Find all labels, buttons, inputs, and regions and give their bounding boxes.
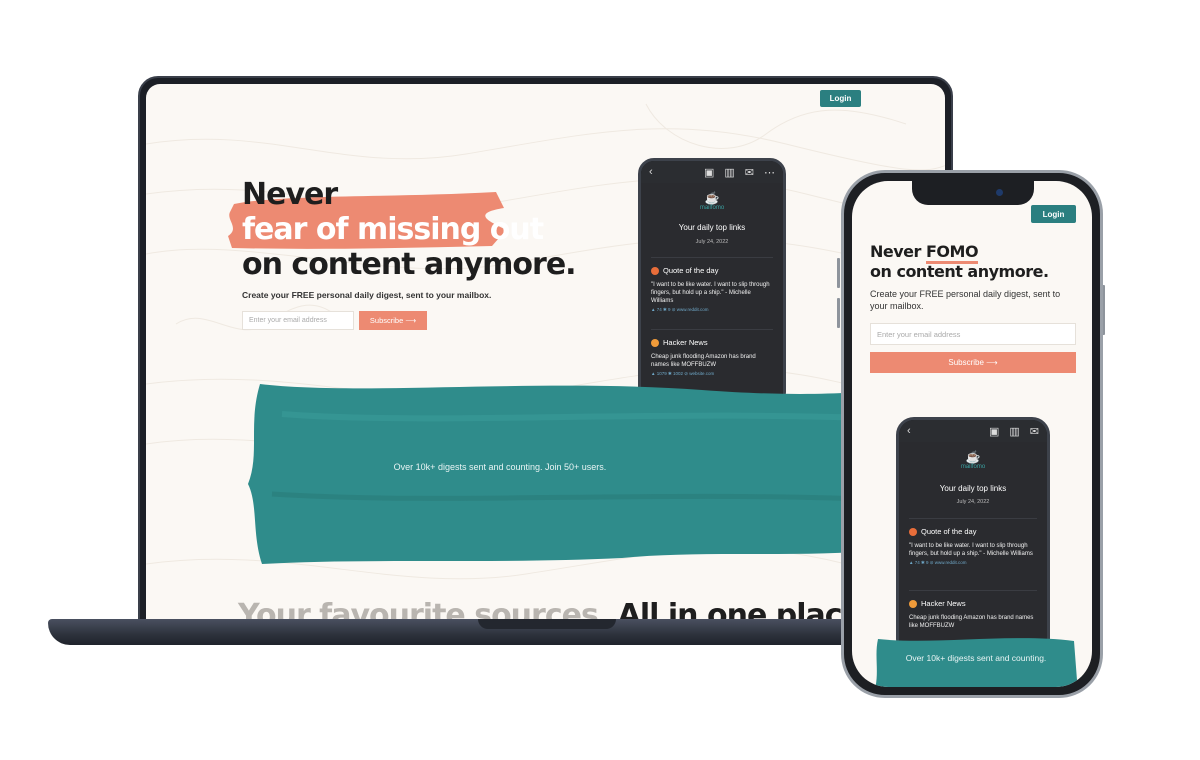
email-preview-phone: ‹ ▣ ▥ ✉ ⋯ ☕ mailfomo Your daily top link… <box>638 158 786 408</box>
hn-section-title: Hacker News <box>663 338 708 347</box>
iphone-screen: Login Never FOMO on content anymore. Cre… <box>852 181 1092 687</box>
quote-card: Quote of the day "I want to be like wate… <box>651 257 773 313</box>
section-heading-muted: Your favourite sources. <box>238 598 609 619</box>
quote-meta[interactable]: ▲ 74 ✱ 9 ⊘ www.reddit.com <box>651 307 773 313</box>
email-toolbar: ‹ ▣ ▥ ✉ ⋯ <box>641 161 783 183</box>
mobile-quote-text: "I want to be like water. I want to slip… <box>909 543 1033 558</box>
mobile-login-button[interactable]: Login <box>1031 205 1076 223</box>
mobile-hero-line1: Never FOMO <box>870 242 979 264</box>
teal-brush-band <box>248 384 945 564</box>
mobile-hacker-news-icon <box>909 599 917 608</box>
hn-item-text[interactable]: Cheap junk flooding Amazon has brand nam… <box>651 353 773 369</box>
email-input[interactable]: Enter your email address <box>242 311 354 330</box>
mailfomo-logo: ☕ mailfomo <box>641 191 783 211</box>
mail-icon: ✉ <box>744 166 754 179</box>
section-heading: Your favourite sources. All in one place… <box>238 598 873 619</box>
mobile-brand-name: mailfomo <box>960 464 986 470</box>
mobile-counter-text: Over 10k+ digests sent and counting. <box>905 653 1047 663</box>
iphone-notch <box>912 181 1034 205</box>
mobile-hero-fomo: FOMO <box>926 242 979 264</box>
back-arrow-icon: ‹ <box>649 166 653 178</box>
section-heading-strong: All in one place. <box>617 598 873 619</box>
quote-text: "I want to be like water. I want to slip… <box>651 282 770 305</box>
mobile-email-preview-phone: ‹ ▣ ▥ ✉ ☕ mailfomo Your daily top links … <box>896 417 1050 657</box>
mobile-email-toolbar: ‹ ▣ ▥ ✉ <box>899 420 1047 442</box>
email-date: July 24, 2022 <box>695 239 729 245</box>
mobile-subscribe-button[interactable]: Subscribe ⟶ <box>870 352 1076 373</box>
laptop-screen: Login Never fear of missing out on conte… <box>146 84 945 619</box>
hacker-news-icon <box>651 338 659 347</box>
email-body: ☕ mailfomo Your daily top links July 24,… <box>641 183 783 405</box>
mobile-back-arrow-icon: ‹ <box>907 425 911 437</box>
subscribe-button[interactable]: Subscribe ⟶ <box>359 311 427 330</box>
volume-down-button <box>837 298 840 328</box>
mobile-quote-card: Quote of the day "I want to be like wate… <box>909 518 1037 566</box>
mobile-reddit-icon <box>909 527 917 536</box>
mobile-cup-icon: ☕ <box>965 450 981 464</box>
iphone-frame: Login Never FOMO on content anymore. Cre… <box>841 170 1103 698</box>
hero-title-line1: Never <box>242 177 338 212</box>
cup-icon: ☕ <box>704 191 720 205</box>
mobile-email-date: July 24, 2022 <box>956 499 990 505</box>
mobile-email-body: ☕ mailfomo Your daily top links July 24,… <box>899 442 1047 654</box>
mobile-hn-section-title: Hacker News <box>921 599 966 608</box>
mobile-hn-item-text[interactable]: Cheap junk flooding Amazon has brand nam… <box>909 614 1037 630</box>
mobile-mailfomo-logo: ☕ mailfomo <box>899 450 1047 470</box>
quote-section-title: Quote of the day <box>663 266 719 275</box>
hn-card: Hacker News Cheap junk flooding Amazon h… <box>651 329 773 377</box>
more-icon: ⋯ <box>764 166 775 179</box>
hero-subtitle: Create your FREE personal daily digest, … <box>242 290 492 300</box>
hero-title-line3: on content anymore. <box>242 247 577 282</box>
trash-icon: ▥ <box>724 166 735 179</box>
mobile-trash-icon: ▥ <box>1009 425 1020 438</box>
laptop-hinge-notch <box>478 619 616 629</box>
brand-name: mailfomo <box>699 205 725 211</box>
mobile-quote-section-title: Quote of the day <box>921 527 977 536</box>
mobile-email-input[interactable]: Enter your email address <box>870 323 1076 345</box>
mobile-email-heading: Your daily top links <box>939 484 1007 493</box>
reddit-icon <box>651 266 659 275</box>
hero-title-line2: fear of missing out <box>242 212 544 247</box>
archive-icon: ▣ <box>703 166 715 179</box>
email-heading: Your daily top links <box>678 223 746 232</box>
counter-text: Over 10k+ digests sent and counting. Joi… <box>393 462 607 472</box>
login-button[interactable]: Login <box>820 90 861 107</box>
mobile-hn-card: Hacker News Cheap junk flooding Amazon h… <box>909 590 1037 630</box>
mobile-mail-icon: ✉ <box>1029 425 1039 438</box>
mobile-quote-meta[interactable]: ▲ 74 ✱ 9 ⊘ www.reddit.com <box>909 560 1037 566</box>
mobile-hero-subtitle: Create your FREE personal daily digest, … <box>870 289 1061 311</box>
mobile-hero-never: Never <box>870 242 921 261</box>
laptop-frame: Login Never fear of missing out on conte… <box>138 76 953 621</box>
mobile-archive-icon: ▣ <box>988 425 1000 438</box>
mobile-hero-line2: on content anymore. <box>870 262 1049 281</box>
volume-up-button <box>837 258 840 288</box>
camera-icon <box>996 189 1003 196</box>
